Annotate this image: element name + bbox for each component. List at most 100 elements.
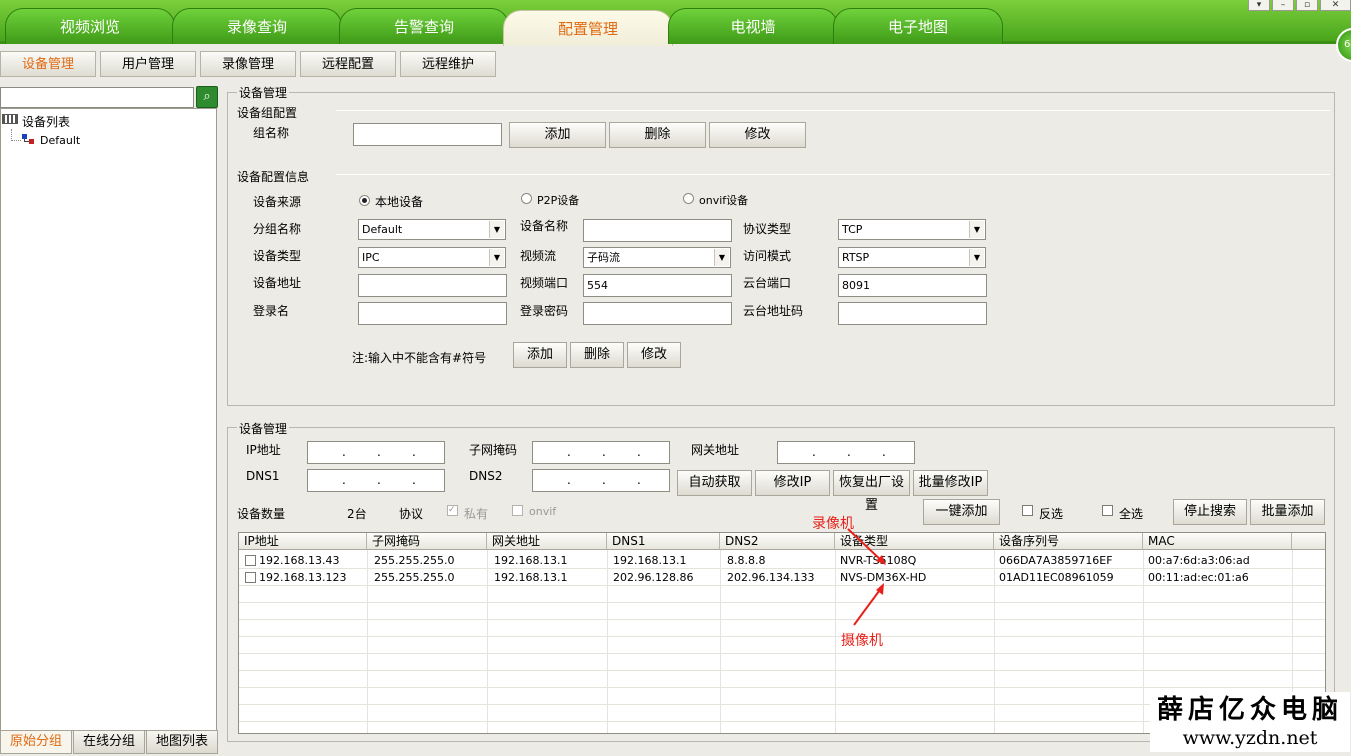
table-cell: 192.168.13.1 (494, 554, 568, 567)
col-gateway[interactable]: 网关地址 (487, 533, 607, 550)
gateway-label: 网关地址 (691, 443, 740, 457)
dns1-input[interactable]: ... (307, 469, 445, 492)
tab-tv-wall[interactable]: 电视墙 (668, 8, 838, 44)
tab-record-query[interactable]: 录像查询 (172, 8, 342, 44)
minimize-icon[interactable]: – (1272, 0, 1294, 11)
subnet-mask-input[interactable]: ... (532, 441, 670, 464)
private-checkbox[interactable]: ✓ (447, 505, 458, 516)
private-label: 私有 (464, 507, 489, 521)
tab-electronic-map[interactable]: 电子地图 (833, 8, 1003, 44)
subtab-remote-config[interactable]: 远程配置 (300, 51, 396, 77)
radio-local-device[interactable] (359, 195, 370, 206)
device-address-input[interactable] (358, 274, 507, 297)
tab-original-group[interactable]: 原始分组 (0, 730, 72, 754)
close-icon[interactable]: ✕ (1320, 0, 1351, 11)
col-dns1[interactable]: DNS1 (607, 533, 720, 550)
col-serial[interactable]: 设备序列号 (994, 533, 1143, 550)
factory-reset-button[interactable]: 恢复出厂设置 (833, 470, 910, 513)
device-list-icon (2, 114, 18, 124)
maximize-icon[interactable]: ▫ (1296, 0, 1318, 11)
device-delete-button[interactable]: 删除 (570, 342, 624, 368)
invert-checkbox[interactable] (1022, 505, 1033, 516)
local-device-label: 本地设备 (375, 195, 424, 209)
login-name-input[interactable] (358, 302, 507, 325)
tree-item-default[interactable]: Default (40, 134, 80, 147)
tab-alarm-query[interactable]: 告警查询 (339, 8, 509, 44)
table-cell: 01AD11EC08961059 (999, 571, 1114, 584)
subtab-remote-maintenance[interactable]: 远程维护 (400, 51, 496, 77)
select-all-checkbox[interactable] (1102, 505, 1113, 516)
ptz-address-code-input[interactable] (838, 302, 987, 325)
col-dns2[interactable]: DNS2 (720, 533, 835, 550)
input-note: 注:输入中不能含有#符号 (352, 351, 487, 365)
grid-line (720, 550, 721, 733)
batch-add-button[interactable]: 批量添加 (1250, 499, 1325, 525)
device-count-value: 2台 (347, 507, 367, 521)
stream-label: 视频流 (520, 249, 557, 263)
auto-obtain-button[interactable]: 自动获取 (677, 470, 752, 496)
tab-config-management[interactable]: 配置管理 (503, 10, 673, 46)
tab-video-preview[interactable]: 视频浏览 (5, 8, 175, 44)
device-modify-button[interactable]: 修改 (627, 342, 681, 368)
group-config-section: 设备组配置 (237, 106, 298, 120)
table-cell: 255.255.255.0 (374, 571, 455, 584)
search-icon[interactable]: ⌕ (196, 86, 218, 108)
group-add-button[interactable]: 添加 (509, 122, 606, 148)
annotation-arrows (847, 528, 886, 626)
chevron-down-icon: ▼ (969, 221, 984, 238)
group-delete-button[interactable]: 删除 (609, 122, 706, 148)
subtab-user-management[interactable]: 用户管理 (100, 51, 196, 77)
tab-online-group[interactable]: 在线分组 (73, 730, 145, 754)
group-modify-button[interactable]: 修改 (709, 122, 806, 148)
dns2-input[interactable]: ... (532, 469, 670, 492)
access-mode-label: 访问模式 (743, 249, 792, 263)
chevron-down-icon: ▼ (489, 249, 504, 266)
group-select-value: Default (362, 223, 403, 236)
col-ip[interactable]: IP地址 (239, 533, 367, 550)
p2p-device-label: P2P设备 (537, 194, 580, 207)
grid-line (367, 550, 368, 733)
video-port-input[interactable]: 554 (583, 274, 732, 297)
subtab-record-management[interactable]: 录像管理 (200, 51, 296, 77)
grid-line (239, 687, 1325, 688)
modify-ip-button[interactable]: 修改IP (755, 470, 830, 496)
protocol-type-label: 协议类型 (743, 222, 792, 236)
access-value: RTSP (842, 251, 870, 264)
onvif-checkbox[interactable] (512, 505, 523, 516)
stop-search-button[interactable]: 停止搜索 (1173, 499, 1247, 525)
device-name-input[interactable] (583, 219, 732, 242)
batch-modify-ip-button[interactable]: 批量修改IP (913, 470, 988, 496)
one-key-add-button[interactable]: 一键添加 (923, 499, 1000, 525)
gateway-input[interactable]: ... (777, 441, 915, 464)
device-type-select[interactable]: IPC ▼ (358, 247, 506, 268)
search-input[interactable] (0, 87, 194, 108)
group-select[interactable]: Default ▼ (358, 219, 506, 240)
table-cell: 192.168.13.123 (259, 571, 347, 584)
radio-p2p-device[interactable] (521, 193, 532, 204)
col-mac[interactable]: MAC (1143, 533, 1292, 550)
ptz-port-input[interactable]: 8091 (838, 274, 987, 297)
watermark-title: 薛店亿众电脑 (1156, 695, 1343, 725)
menu-icon[interactable]: ▾ (1248, 0, 1270, 11)
ip-address-input[interactable]: ... (307, 441, 445, 464)
source-label: 设备来源 (253, 195, 302, 209)
video-port-label: 视频端口 (520, 276, 569, 290)
chevron-down-icon: ▼ (714, 249, 729, 266)
device-add-button[interactable]: 添加 (513, 342, 567, 368)
radio-onvif-device[interactable] (683, 193, 694, 204)
group-name-input[interactable] (353, 123, 502, 146)
table-cell: 00:11:ad:ec:01:a6 (1148, 571, 1249, 584)
col-mask[interactable]: 子网掩码 (367, 533, 487, 550)
protocol-type-select[interactable]: TCP ▼ (838, 219, 986, 240)
password-input[interactable] (583, 302, 732, 325)
tab-map-list[interactable]: 地图列表 (146, 730, 218, 754)
tree-root[interactable]: 设备列表 (22, 113, 70, 130)
col-filler (1292, 533, 1325, 550)
table-cell: 192.168.13.1 (494, 571, 568, 584)
device-count-label: 设备数量 (237, 507, 286, 521)
grid-line (239, 670, 1325, 671)
access-mode-select[interactable]: RTSP ▼ (838, 247, 986, 268)
group-name-label: 组名称 (253, 126, 290, 140)
stream-select[interactable]: 子码流 ▼ (583, 247, 731, 268)
subtab-device-management[interactable]: 设备管理 (0, 51, 96, 77)
